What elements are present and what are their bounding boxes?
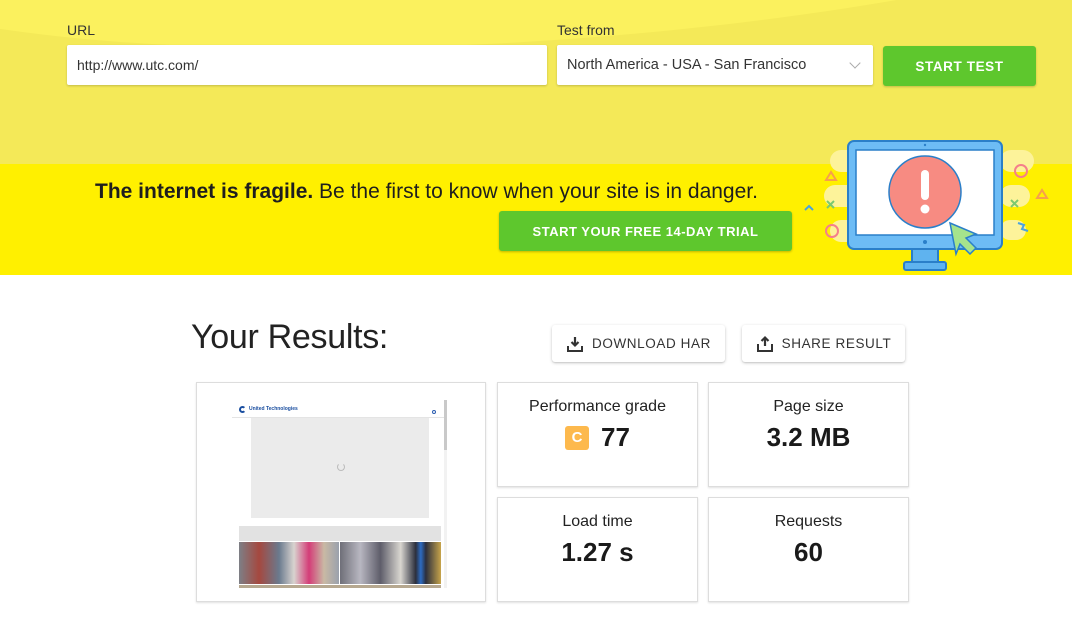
site-logo: United Technologies xyxy=(239,406,298,413)
metric-value: 77 xyxy=(601,422,630,452)
screenshot-header: United Technologies xyxy=(232,400,444,418)
metric-value: 60 xyxy=(794,537,823,567)
monitor xyxy=(847,140,1003,271)
metric-value: 1.27 s xyxy=(561,537,634,567)
search-icon xyxy=(432,410,436,414)
results-title: Your Results: xyxy=(191,318,389,356)
url-input[interactable] xyxy=(67,45,547,85)
screenshot-bar xyxy=(239,526,441,541)
download-har-label: DOWNLOAD HAR xyxy=(592,336,711,351)
download-icon xyxy=(567,336,584,352)
test-from-label: Test from xyxy=(557,22,615,38)
upload-icon xyxy=(756,335,773,352)
metric-label: Requests xyxy=(774,513,843,530)
monitor-alert-icon xyxy=(804,140,1049,271)
metric-label: Page size xyxy=(773,398,844,415)
test-from-select[interactable]: North America - USA - San Francisco xyxy=(557,45,873,85)
url-label: URL xyxy=(67,22,96,38)
screenshot-photo-1 xyxy=(239,542,339,584)
banner-headline-bold: The internet is fragile. xyxy=(95,180,314,203)
metric-requests: Requests 60 xyxy=(708,497,909,602)
start-free-trial-button[interactable]: START YOUR FREE 14-DAY TRIAL xyxy=(499,211,792,251)
screenshot-scrollbar xyxy=(444,400,447,588)
metric-load-time: Load time 1.27 s xyxy=(497,497,698,602)
test-from-selected-value: North America - USA - San Francisco xyxy=(567,57,807,73)
chevron-down-icon xyxy=(849,56,861,69)
screenshot-hero-placeholder xyxy=(251,418,429,518)
share-result-button[interactable]: SHARE RESULT xyxy=(742,325,905,362)
metric-performance-grade: Performance grade C 77 xyxy=(497,382,698,487)
screenshot-photo-row xyxy=(239,585,441,588)
page-screenshot: United Technologies xyxy=(232,400,450,588)
loading-spinner-icon xyxy=(337,463,345,471)
metric-value: 3.2 MB xyxy=(766,422,851,452)
download-har-button[interactable]: DOWNLOAD HAR xyxy=(552,325,725,362)
metric-label: Performance grade xyxy=(529,398,666,415)
share-result-label: SHARE RESULT xyxy=(781,336,892,351)
page-screenshot-card: United Technologies xyxy=(196,382,486,602)
grade-badge: C xyxy=(565,425,590,450)
metric-page-size: Page size 3.2 MB xyxy=(708,382,909,487)
metric-label: Load time xyxy=(562,513,633,530)
banner-headline-rest: Be the first to know when your site is i… xyxy=(313,180,758,203)
screenshot-photo-2 xyxy=(340,542,441,584)
start-test-button[interactable]: START TEST xyxy=(883,46,1036,86)
banner-headline: The internet is fragile. Be the first to… xyxy=(95,180,758,204)
